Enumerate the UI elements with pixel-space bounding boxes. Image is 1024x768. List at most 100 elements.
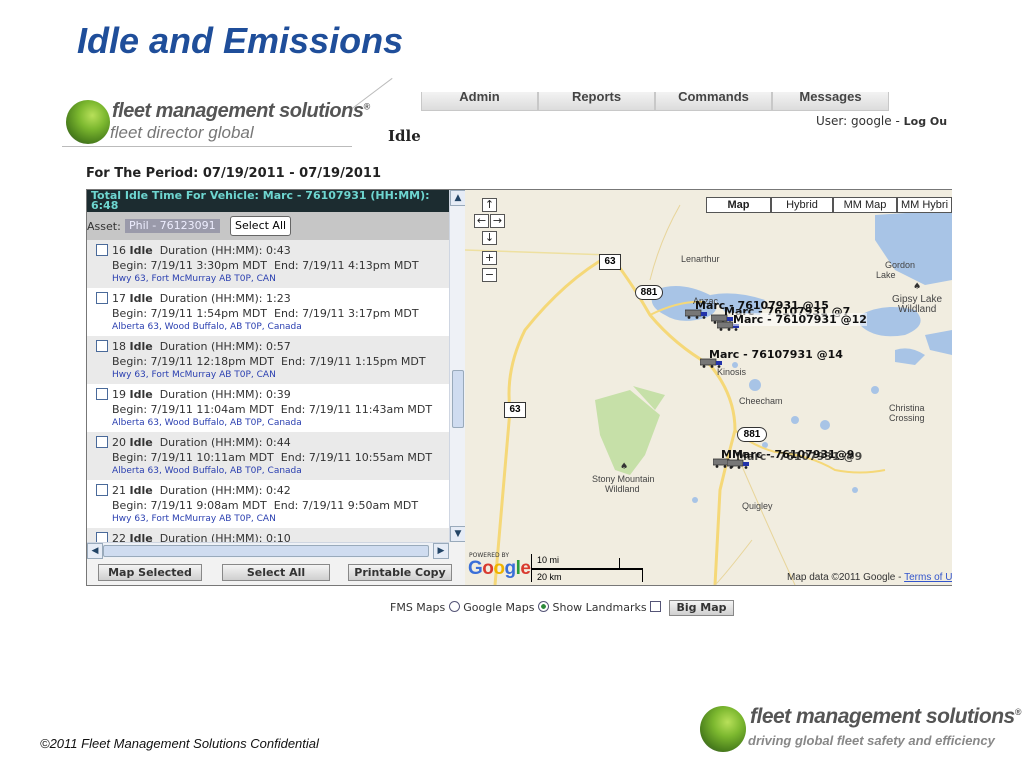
tree-icon: ♠ — [913, 282, 922, 292]
duration-label: Duration (HH:MM): — [159, 244, 263, 257]
event-checkbox[interactable] — [96, 292, 108, 304]
event-end: End: 7/19/11 4:13pm MDT — [274, 259, 419, 272]
event-location[interactable]: Hwy 63, Fort McMurray AB T0P, CAN — [96, 513, 449, 526]
map-type-mm-hybrid[interactable]: MM Hybri — [897, 197, 952, 213]
pan-up-icon[interactable]: ↑ — [482, 198, 497, 212]
event-checkbox[interactable] — [96, 532, 108, 542]
user-name: google — [851, 114, 892, 128]
total-idle-header: Total Idle Time For Vehicle: Marc - 7610… — [87, 190, 449, 212]
event-checkbox[interactable] — [96, 244, 108, 256]
footer-copyright: ©2011 Fleet Management Solutions Confide… — [40, 736, 319, 751]
event-end: End: 7/19/11 10:55am MDT — [280, 451, 433, 464]
tab-admin[interactable]: Admin — [421, 92, 538, 111]
event-number: 21 — [112, 484, 126, 497]
event-type: Idle — [129, 340, 153, 353]
idle-event-row[interactable]: 21 Idle Duration (HH:MM): 0:42 Begin: 7/1… — [87, 480, 449, 528]
event-location[interactable]: Hwy 63, Fort McMurray AB T0P, CAN — [96, 273, 449, 286]
event-number: 19 — [112, 388, 126, 401]
product-name: fleet director global — [110, 123, 254, 142]
event-type: Idle — [129, 292, 153, 305]
printable-copy-button[interactable]: Printable Copy — [348, 564, 452, 581]
event-number: 17 — [112, 292, 126, 305]
idle-event-row[interactable]: 22 Idle Duration (HH:MM): 0:10 — [87, 528, 449, 542]
logout-link[interactable]: Log Ou — [904, 115, 947, 128]
map-type-map[interactable]: Map — [706, 197, 771, 213]
terms-link[interactable]: Terms of U — [904, 572, 952, 583]
event-type: Idle — [129, 244, 153, 257]
event-begin: Begin: 7/19/11 1:54pm MDT — [112, 307, 268, 320]
period-label: For The Period: 07/19/2011 - 07/19/2011 — [86, 166, 382, 181]
duration-label: Duration (HH:MM): — [159, 340, 263, 353]
event-checkbox[interactable] — [96, 484, 108, 496]
event-location[interactable]: Alberta 63, Wood Buffalo, AB T0P, Canada — [96, 417, 449, 430]
vehicle-label[interactable]: Marc - 76107931 @9 — [736, 450, 862, 463]
event-location[interactable]: Alberta 63, Wood Buffalo, AB T0P, Canada — [96, 321, 449, 334]
scroll-up-icon[interactable]: ▲ — [450, 190, 466, 206]
horizontal-scroll-thumb[interactable] — [103, 545, 429, 557]
idle-event-row[interactable]: 20 Idle Duration (HH:MM): 0:44 Begin: 7/1… — [87, 432, 449, 480]
event-checkbox[interactable] — [96, 340, 108, 352]
place-label: Wildland — [605, 484, 640, 494]
event-checkbox[interactable] — [96, 436, 108, 448]
duration-label: Duration (HH:MM): — [159, 292, 263, 305]
event-begin: Begin: 7/19/11 9:08am MDT — [112, 499, 267, 512]
event-type: Idle — [129, 532, 153, 542]
event-number: 16 — [112, 244, 126, 257]
idle-event-row[interactable]: 19 Idle Duration (HH:MM): 0:39 Begin: 7/1… — [87, 384, 449, 432]
header-divider-diagonal — [352, 77, 393, 109]
tab-messages[interactable]: Messages — [772, 92, 889, 111]
big-map-button[interactable]: Big Map — [669, 600, 734, 616]
zoom-out-button[interactable]: − — [482, 268, 497, 282]
select-all-assets-button[interactable]: Select All — [230, 216, 292, 236]
place-label: Quigley — [742, 501, 773, 511]
place-label: Cheecham — [739, 396, 783, 406]
scroll-down-icon[interactable]: ▼ — [450, 526, 466, 542]
map-terrain — [465, 204, 952, 585]
event-number: 22 — [112, 532, 126, 542]
header-divider — [62, 146, 352, 147]
place-label: Lake — [876, 270, 896, 280]
pan-left-icon[interactable]: ← — [474, 214, 489, 228]
vertical-scroll-thumb[interactable] — [452, 370, 464, 428]
event-end: End: 7/19/11 1:15pm MDT — [281, 355, 426, 368]
scroll-right-icon[interactable]: ▶ — [433, 543, 449, 559]
tab-commands[interactable]: Commands — [655, 92, 772, 111]
map-type-hybrid[interactable]: Hybrid — [771, 197, 833, 213]
vehicle-label[interactable]: Marc - 76107931 @12 — [733, 313, 867, 326]
place-label: Wildland — [898, 304, 937, 315]
duration-label: Duration (HH:MM): — [159, 436, 263, 449]
user-info: User: google - Log Ou — [816, 114, 948, 128]
map-type-mm-map[interactable]: MM Map — [833, 197, 897, 213]
event-type: Idle — [129, 388, 153, 401]
horizontal-scrollbar[interactable]: ◀ ▶ — [87, 542, 449, 559]
zoom-in-button[interactable]: + — [482, 251, 497, 265]
pan-down-icon[interactable]: ↓ — [482, 231, 497, 245]
event-location[interactable]: Alberta 63, Wood Buffalo, AB T0P, Canada — [96, 465, 449, 478]
place-label: Stony Mountain — [592, 474, 655, 484]
idle-event-row[interactable]: 18 Idle Duration (HH:MM): 0:57 Begin: 7/1… — [87, 336, 449, 384]
fms-maps-radio[interactable] — [448, 601, 460, 612]
show-landmarks-checkbox[interactable] — [650, 601, 662, 612]
pan-right-icon[interactable]: → — [490, 214, 505, 228]
scroll-left-icon[interactable]: ◀ — [87, 543, 103, 559]
map-selected-button[interactable]: Map Selected — [98, 564, 202, 581]
google-maps-radio[interactable] — [537, 601, 549, 612]
vertical-scrollbar[interactable]: ▲ ▼ — [449, 190, 466, 542]
event-type: Idle — [129, 484, 153, 497]
vehicle-label[interactable]: Marc - 76107931 @14 — [709, 348, 843, 361]
event-checkbox[interactable] — [96, 388, 108, 400]
idle-event-row[interactable]: 16 Idle Duration (HH:MM): 0:43 Begin: 7/1… — [87, 240, 449, 288]
brand-logo-icon — [66, 100, 110, 144]
brand-name: fleet management solutions® — [112, 100, 370, 122]
event-duration: 0:10 — [266, 532, 291, 542]
tab-reports[interactable]: Reports — [538, 92, 655, 111]
duration-label: Duration (HH:MM): — [159, 388, 263, 401]
event-location[interactable]: Hwy 63, Fort McMurray AB T0P, CAN — [96, 369, 449, 382]
event-duration: 0:43 — [266, 244, 291, 257]
idle-event-row[interactable]: 17 Idle Duration (HH:MM): 1:23 Begin: 7/1… — [87, 288, 449, 336]
asset-value[interactable]: Phil - 76123091 — [125, 219, 220, 233]
map-scale-bar: 10 mi 20 km — [531, 554, 643, 582]
event-duration: 0:44 — [266, 436, 291, 449]
select-all-button[interactable]: Select All — [222, 564, 330, 581]
map-view[interactable]: ↑ ← → ↓ + − Map Hybrid MM Map MM Hybri 6… — [465, 190, 952, 585]
